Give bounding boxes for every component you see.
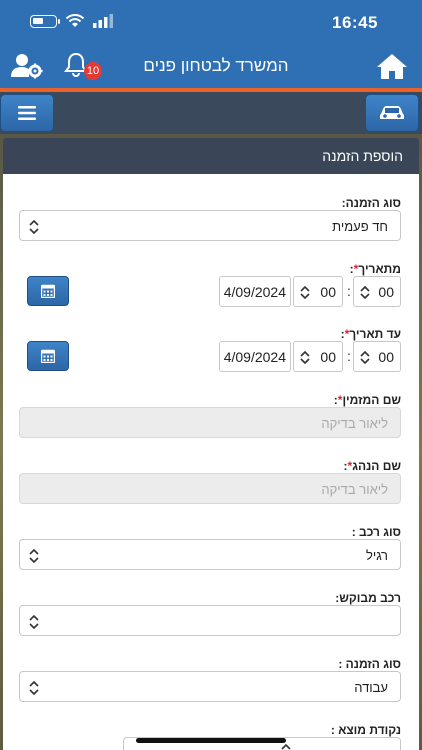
requested-vehicle-label: רכב מבוקש: [335,591,401,605]
vehicle-type-value: רגיל [365,548,388,563]
from-hour-input[interactable]: 00 [353,276,401,307]
stepper-arrows-icon [360,286,370,299]
from-date-input[interactable]: 4/09/2024 [219,276,291,307]
select-arrows-icon [29,615,39,629]
from-minute-input[interactable]: 00 [293,276,343,307]
from-date-label: מתאריך*: [350,262,401,276]
hamburger-icon [18,106,36,120]
from-date-value: 4/09/2024 [223,284,286,300]
car-icon [380,106,404,119]
calendar-icon [41,284,55,298]
stepper-arrows-icon [360,351,370,364]
stepper-arrows-icon [300,286,310,299]
app-header: 10 המשרד לבטחון פנים [0,44,422,88]
driver-label-text: שם הנהג [352,459,401,473]
from-hour-value: 00 [378,284,394,300]
to-date-input[interactable]: 4/09/2024 [219,341,291,372]
wifi-icon [65,14,85,27]
page-title: המשרד לבטחון פנים [143,56,289,75]
orderer-name-field[interactable]: ליאור בדיקה [19,407,401,438]
vehicle-type-select[interactable]: רגיל [19,539,401,570]
select-arrows-icon [29,220,39,234]
order-kind-select[interactable]: עבודה [19,671,401,702]
requested-vehicle-select[interactable] [19,605,401,636]
vehicle-button[interactable] [365,94,419,132]
select-arrows-icon [29,549,39,563]
driver-name-field[interactable]: ליאור בדיקה [19,473,401,504]
calendar-icon [41,349,55,363]
home-icon [377,54,407,79]
vehicle-type-label: סוג רכב : [351,525,401,539]
panel-title: הוספת הזמנה [322,148,403,164]
order-kind-label: סוג הזמנה : [338,657,401,671]
menu-button[interactable] [0,94,54,132]
origin-label: נקודת מוצא : [330,723,401,737]
orderer-label-text: שם המזמין [342,393,401,407]
to-date-label-text: עד תאריך [349,327,401,341]
signal-icon [93,14,113,28]
select-arrows-icon [29,681,39,695]
from-date-label-text: מתאריך [358,262,401,276]
status-time: 16:45 [332,13,378,32]
order-type-select[interactable]: חד פעמית [19,210,401,241]
time-separator: : [347,348,351,364]
home-button[interactable] [376,52,408,80]
to-minute-input[interactable]: 00 [293,341,343,372]
toolbar [0,92,422,134]
panel-header: הוספת הזמנה [3,138,419,174]
select-arrows-icon [281,744,291,750]
status-icons [30,14,115,28]
to-date-label: עד תאריך*: [341,327,401,341]
stepper-arrows-icon [300,351,310,364]
to-hour-input[interactable]: 00 [353,341,401,372]
home-indicator [136,738,286,743]
from-minute-value: 00 [320,284,336,300]
status-bar: 16:45 [0,0,422,44]
to-date-calendar-button[interactable] [27,341,69,371]
orderer-label: שם המזמין*: [334,393,401,407]
order-form: סוג הזמנה: חד פעמית מתאריך*: 4/09/2024 0… [3,174,419,750]
to-hour-value: 00 [378,349,394,365]
battery-icon [30,14,60,28]
order-type-value: חד פעמית [332,219,388,234]
to-minute-value: 00 [320,349,336,365]
orderer-name-placeholder: ליאור בדיקה [321,416,388,431]
driver-name-placeholder: ליאור בדיקה [321,482,388,497]
driver-label: שם הנהג*: [344,459,401,473]
time-separator: : [347,283,351,299]
from-date-calendar-button[interactable] [27,276,69,306]
order-type-label: סוג הזמנה: [341,196,401,210]
to-date-value: 4/09/2024 [223,349,286,365]
order-kind-value: עבודה [354,680,388,695]
